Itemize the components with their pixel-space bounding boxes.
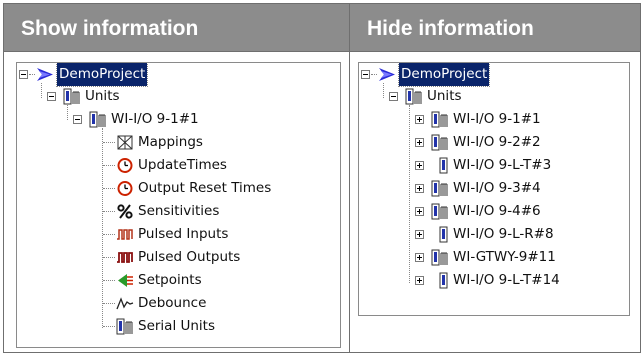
unit-label: WI-I/O 9-1#1 (111, 111, 199, 127)
unit-label: WI-I/O 9-L-T#3 (453, 157, 552, 173)
setpoints-label: Setpoints (138, 272, 202, 288)
comparison-table: Show information DemoProject Units WI-I/… (3, 3, 641, 353)
unit-label: WI-I/O 9-4#6 (453, 203, 541, 219)
clock-icon (117, 158, 133, 173)
collapse-toggle-icon[interactable] (47, 92, 56, 101)
percent-icon (117, 204, 133, 219)
pulse-icon (117, 252, 133, 263)
unit-module-icon (431, 134, 448, 151)
serial-units-label: Serial Units (138, 318, 216, 334)
pulsed-inputs-label: Pulsed Inputs (138, 226, 229, 242)
unit-label: WI-I/O 9-2#2 (453, 134, 541, 150)
project-arrow-icon (37, 68, 53, 81)
unit-module-icon (431, 180, 448, 197)
units-icon (63, 88, 80, 105)
mappings-icon (117, 135, 133, 150)
tree-view-expanded[interactable]: DemoProject Units WI-I/O 9-1#1 Mappings … (16, 62, 341, 348)
unit-label: WI-I/O 9-3#4 (453, 180, 541, 196)
collapse-toggle-icon[interactable] (73, 115, 82, 124)
unit-module-icon (431, 111, 448, 128)
serial-unit-icon (116, 318, 133, 335)
expand-toggle-icon[interactable] (415, 138, 424, 147)
units-label: Units (85, 88, 120, 104)
expand-toggle-icon[interactable] (415, 184, 424, 193)
unit-module-icon (431, 249, 448, 266)
expand-toggle-icon[interactable] (415, 207, 424, 216)
project-label: DemoProject (397, 63, 491, 87)
expand-toggle-icon[interactable] (415, 276, 424, 285)
expand-toggle-icon[interactable] (415, 230, 424, 239)
debounce-icon (116, 297, 134, 310)
setpoint-icon (118, 274, 133, 287)
units-icon (405, 88, 422, 105)
collapse-toggle-icon[interactable] (389, 92, 398, 101)
unit-module-icon (89, 111, 106, 128)
pulse-icon (117, 229, 133, 240)
updatetimes-label: UpdateTimes (138, 157, 227, 173)
expand-toggle-icon[interactable] (415, 161, 424, 170)
project-arrow-icon (379, 68, 395, 81)
show-information-header: Show information (4, 4, 349, 52)
unit-label: WI-I/O 9-L-R#8 (453, 226, 554, 242)
expand-toggle-icon[interactable] (415, 115, 424, 124)
units-label: Units (427, 88, 462, 104)
debounce-label: Debounce (138, 295, 207, 311)
expand-toggle-icon[interactable] (415, 253, 424, 262)
unit-module-icon (431, 203, 448, 220)
hide-information-column: Hide information DemoProject Units WI-I/… (350, 4, 640, 352)
sensitivities-label: Sensitivities (138, 203, 220, 219)
collapse-toggle-icon[interactable] (361, 70, 370, 79)
unit-label: WI-I/O 9-1#1 (453, 111, 541, 127)
unit-label: WI-I/O 9-L-T#14 (453, 272, 560, 288)
pulsed-outputs-label: Pulsed Outputs (138, 249, 241, 265)
unit-label: WI-GTWY-9#11 (453, 249, 556, 265)
tree-view-collapsed[interactable]: DemoProject Units WI-I/O 9-1#1 WI-I/O 9-… (358, 62, 630, 316)
output-reset-times-label: Output Reset Times (138, 180, 272, 196)
mappings-label: Mappings (138, 134, 203, 150)
show-information-column: Show information DemoProject Units WI-I/… (4, 4, 350, 352)
hide-information-header: Hide information (350, 4, 640, 52)
clock-icon (117, 181, 133, 196)
collapse-toggle-icon[interactable] (19, 70, 28, 79)
project-label: DemoProject (55, 63, 149, 87)
